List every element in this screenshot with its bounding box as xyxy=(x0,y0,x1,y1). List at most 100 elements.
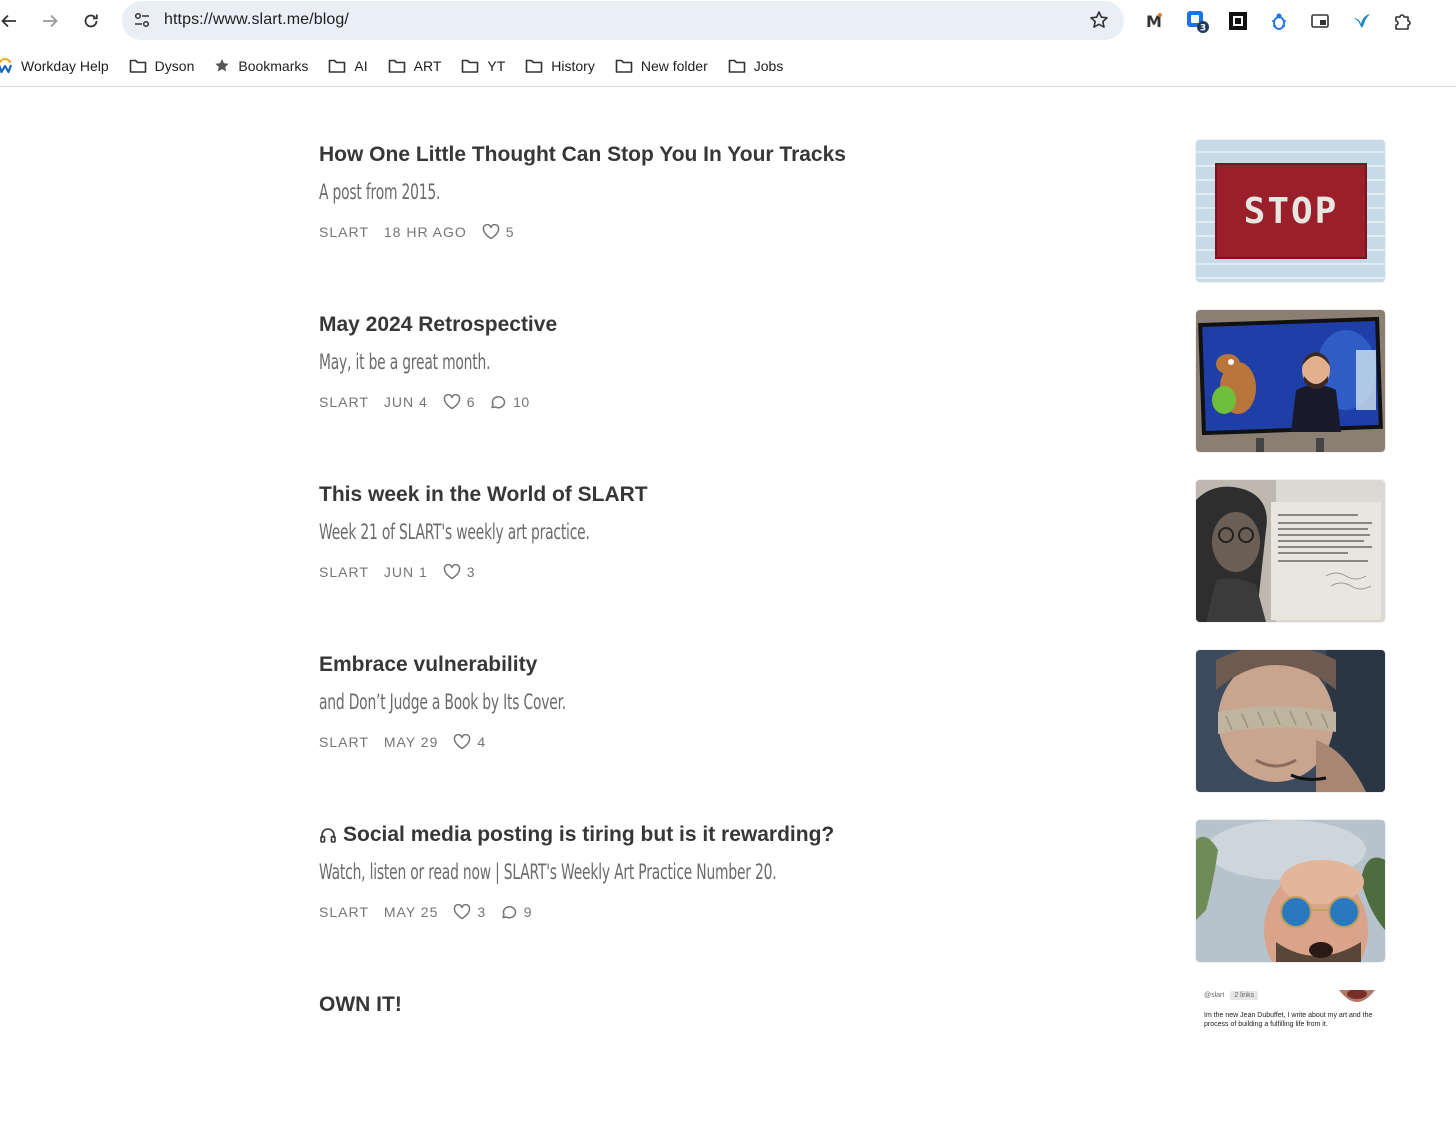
bookmark-label: YT xyxy=(487,58,506,74)
extension-bug-icon[interactable] xyxy=(1266,8,1292,34)
folder-icon xyxy=(129,59,146,73)
star-icon xyxy=(215,59,230,72)
reload-button[interactable] xyxy=(78,8,104,34)
post-meta: SLART JUN 1 3 xyxy=(319,564,489,580)
reload-icon xyxy=(84,14,98,28)
post-author[interactable]: SLART xyxy=(319,904,369,920)
post-date: JUN 1 xyxy=(383,564,428,580)
heart-icon xyxy=(482,224,500,240)
post-date: JUN 4 xyxy=(383,394,428,410)
post-item[interactable]: Embrace vulnerability and Don’t Judge a … xyxy=(319,650,1385,792)
like-button[interactable]: 4 xyxy=(453,734,485,750)
bookmark-star-icon[interactable] xyxy=(1088,9,1110,31)
tv-cartoon-image xyxy=(1196,310,1385,452)
post-meta: SLART JUN 4 6 10 xyxy=(319,394,544,410)
bookmark-dyson[interactable]: Dyson xyxy=(129,58,194,74)
like-button[interactable]: 3 xyxy=(453,904,485,920)
post-thumbnail[interactable] xyxy=(1196,820,1385,962)
post-title[interactable]: How One Little Thought Can Stop You In Y… xyxy=(319,143,846,167)
post-date: MAY 29 xyxy=(383,734,439,750)
post-subtitle: Watch, listen or read now | SLART's Week… xyxy=(319,860,777,884)
post-subtitle: Week 21 of SLART's weekly art practice. xyxy=(319,520,590,544)
post-title[interactable]: May 2024 Retrospective xyxy=(319,313,557,337)
heart-icon xyxy=(454,904,471,920)
like-count: 6 xyxy=(466,394,476,410)
bookmark-ai[interactable]: AI xyxy=(328,58,368,74)
extensions-puzzle-icon[interactable] xyxy=(1390,8,1416,34)
post-title[interactable]: Social media posting is tiring but is it… xyxy=(319,823,834,847)
bookmark-label: AI xyxy=(354,58,368,74)
bookmark-label: New folder xyxy=(640,58,708,74)
bookmark-label: History xyxy=(551,58,595,74)
blindfold-portrait-image xyxy=(1196,650,1385,792)
post-subtitle: and Don’t Judge a Book by Its Cover. xyxy=(319,690,567,714)
bookmark-art[interactable]: ART xyxy=(388,58,442,74)
post-item[interactable]: OWN IT! @slart 2 links Im the new Jean D… xyxy=(319,990,1385,1132)
post-thumbnail[interactable] xyxy=(1196,650,1385,792)
post-subtitle: A post from 2015. xyxy=(319,180,441,204)
post-thumbnail[interactable] xyxy=(1196,310,1385,452)
like-button[interactable]: 3 xyxy=(443,564,475,580)
post-author[interactable]: SLART xyxy=(319,564,369,580)
portrait-document-image xyxy=(1196,480,1385,622)
bookmark-label: Bookmarks xyxy=(238,58,309,74)
thumb-stop-text: STOP xyxy=(1244,191,1339,232)
comment-icon xyxy=(491,395,506,409)
extension-m-icon[interactable]: M xyxy=(1141,8,1167,34)
bookmark-new-folder[interactable]: New folder xyxy=(615,58,708,74)
comment-icon xyxy=(501,905,516,919)
post-author[interactable]: SLART xyxy=(319,394,369,410)
post-author[interactable]: SLART xyxy=(319,224,369,240)
post-item[interactable]: Social media posting is tiring but is it… xyxy=(319,820,1385,962)
post-date: 18 HR AGO xyxy=(383,224,467,240)
folder-icon xyxy=(525,59,543,73)
post-thumbnail[interactable]: STOP xyxy=(1196,140,1385,282)
site-settings-icon[interactable] xyxy=(130,8,154,32)
bookmark-workday-help[interactable]: Workday Help xyxy=(0,58,109,74)
forward-button[interactable] xyxy=(37,8,63,34)
bookmark-history[interactable]: History xyxy=(525,58,595,74)
bookmark-label: ART xyxy=(413,58,442,74)
post-date: MAY 25 xyxy=(383,904,439,920)
comment-count: 10 xyxy=(513,394,530,410)
workday-icon xyxy=(0,58,13,74)
post-title[interactable]: OWN IT! xyxy=(319,993,402,1017)
post-thumbnail[interactable] xyxy=(1196,480,1385,622)
bookmarks-bar: Workday Help Dyson Bookmarks AI ART YT H… xyxy=(0,46,1456,86)
post-item[interactable]: How One Little Thought Can Stop You In Y… xyxy=(319,140,1385,282)
arrow-right-icon xyxy=(43,14,58,28)
folder-icon xyxy=(615,59,633,73)
bookmark-bookmarks[interactable]: Bookmarks xyxy=(214,58,308,74)
extension-square-icon[interactable] xyxy=(1225,8,1251,34)
folder-icon xyxy=(462,59,479,73)
post-item[interactable]: This week in the World of SLART Week 21 … xyxy=(319,480,1385,622)
like-button[interactable]: 6 xyxy=(443,394,475,410)
comment-button[interactable]: 10 xyxy=(489,394,530,410)
stop-sign-wall-image: STOP xyxy=(1196,140,1385,282)
extension-bird-icon[interactable] xyxy=(1348,8,1374,34)
browser-toolbar: https://www.slart.me/blog/ M 3 xyxy=(0,0,1456,42)
heart-icon xyxy=(443,394,461,410)
picture-in-picture-icon[interactable] xyxy=(1307,8,1333,34)
post-item[interactable]: May 2024 Retrospective May, it be a grea… xyxy=(319,310,1385,452)
bookmark-label: Jobs xyxy=(753,58,784,74)
bookmark-yt[interactable]: YT xyxy=(461,58,505,74)
address-bar[interactable]: https://www.slart.me/blog/ xyxy=(122,1,1124,40)
thumb-bio-text: Im the new Jean Dubuffet, I write about … xyxy=(1204,1012,1373,1028)
back-button[interactable] xyxy=(0,8,22,34)
comment-button[interactable]: 9 xyxy=(500,904,532,920)
post-author[interactable]: SLART xyxy=(319,734,369,750)
thumb-links-badge: 2 links xyxy=(1230,991,1259,1000)
like-count: 5 xyxy=(505,224,515,240)
extension-calendar-icon[interactable]: 3 xyxy=(1184,8,1210,34)
bookmark-label: Workday Help xyxy=(21,58,109,74)
post-title[interactable]: This week in the World of SLART xyxy=(319,483,648,507)
like-button[interactable]: 5 xyxy=(482,224,514,240)
url-text[interactable]: https://www.slart.me/blog/ xyxy=(164,11,349,29)
post-meta: SLART MAY 25 3 9 xyxy=(319,904,546,920)
headphones-icon xyxy=(320,828,336,843)
heart-icon xyxy=(454,734,471,750)
post-title[interactable]: Embrace vulnerability xyxy=(319,653,537,677)
post-thumbnail[interactable]: @slart 2 links Im the new Jean Dubuffet,… xyxy=(1196,990,1385,1032)
bookmark-jobs[interactable]: Jobs xyxy=(728,58,784,74)
